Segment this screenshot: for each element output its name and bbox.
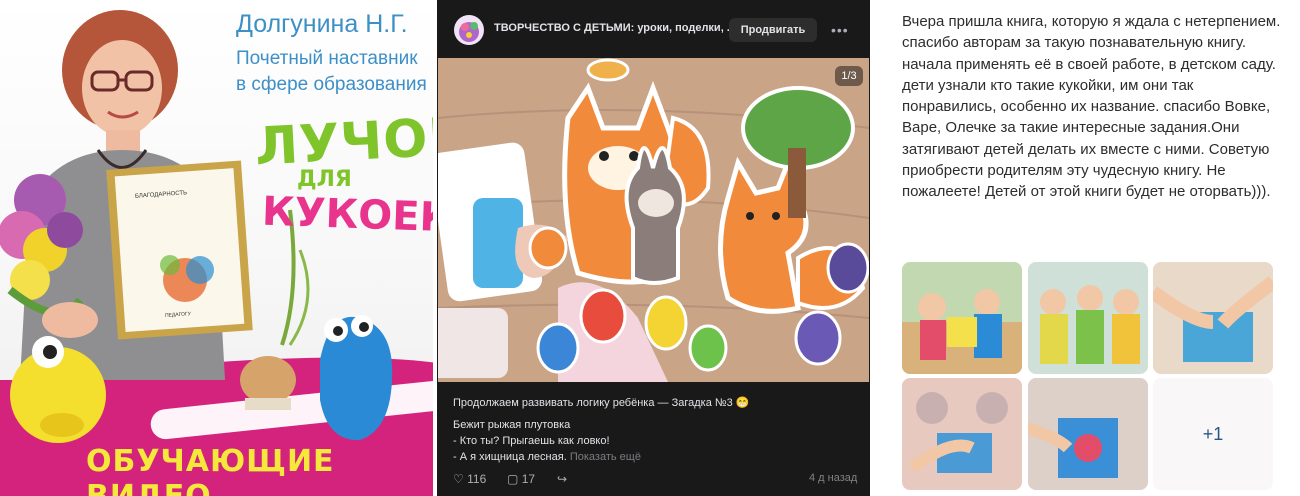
- promote-button[interactable]: Продвигать: [729, 18, 817, 42]
- like-count: 116: [467, 472, 487, 486]
- review-photo-4[interactable]: [902, 378, 1022, 490]
- social-post: ТВОРЧЕСТВО С ДЕТЬМИ: уроки, поделки, ...…: [437, 0, 870, 496]
- review-photo-6[interactable]: +1: [1153, 378, 1273, 490]
- comment-count: 17: [521, 472, 536, 486]
- review-text: Вчера пришла книга, которую я ждала с не…: [902, 13, 1281, 201]
- review-panel: Вчера пришла книга, которую я ждала с не…: [870, 0, 1300, 496]
- post-text-line-3: - Кто ты? Прыгаешь как ловко!: [453, 435, 610, 447]
- like-button[interactable]: ♡ 116: [453, 470, 486, 488]
- heart-icon: ♡: [453, 472, 464, 486]
- post-photo[interactable]: 1/3: [438, 58, 869, 382]
- more-horizontal-icon[interactable]: •••: [831, 22, 849, 38]
- comment-icon: ▢: [507, 472, 519, 486]
- post-time: 4 д назад: [809, 472, 858, 484]
- show-more-link[interactable]: Показать ещё: [570, 451, 641, 463]
- book-title-word-3: КУКОЕК: [261, 188, 433, 242]
- review-photo-3[interactable]: [1153, 262, 1273, 374]
- promo-banner: Долгунина Н.Г. Почетный наставник в сфер…: [0, 0, 433, 496]
- review-photo-2[interactable]: [1028, 262, 1148, 374]
- review-photo-1[interactable]: [902, 262, 1022, 374]
- teacher-name: Долгунина Н.Г.: [236, 10, 408, 38]
- review-photo-5[interactable]: [1028, 378, 1148, 490]
- photo-counter: 1/3: [835, 66, 863, 86]
- craft-photo: [438, 58, 869, 382]
- comment-button[interactable]: ▢ 17: [507, 470, 535, 488]
- subtitle-line-1: Почетный наставник: [236, 48, 418, 69]
- subtitle-line-2: в сфере образования: [236, 74, 427, 95]
- post-text-line-2: Бежит рыжая плутовка: [453, 419, 571, 431]
- group-avatar[interactable]: [454, 15, 484, 45]
- post-text-line-4-main: - А я хищница лесная.: [453, 451, 567, 463]
- teacher-subtitle: Почетный наставник в сфере образования: [236, 46, 431, 98]
- video-cta-label: ОБУЧАЮЩИЕ ВИДЕО: [86, 444, 335, 496]
- post-header: ТВОРЧЕСТВО С ДЕТЬМИ: уроки, поделки, ...…: [437, 0, 870, 58]
- book-title-word-2: ДЛЯ: [297, 167, 352, 192]
- share-button[interactable]: ↪: [557, 470, 567, 488]
- more-photos-count: +1: [1153, 378, 1273, 490]
- group-name[interactable]: ТВОРЧЕСТВО С ДЕТЬМИ: уроки, поделки, ...: [494, 22, 736, 34]
- post-text-line-1: Продолжаем развивать логику ребёнка — За…: [453, 397, 750, 409]
- share-icon: ↪: [557, 472, 568, 486]
- post-text-line-4: - А я хищница лесная. Показать ещё: [453, 451, 641, 463]
